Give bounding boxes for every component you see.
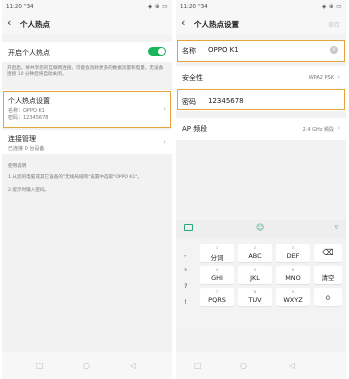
- key-5[interactable]: 5 JKL: [238, 266, 272, 284]
- navigation-bar: □ ○ ◁: [2, 352, 172, 379]
- instructions-heading: 使用说明: [8, 164, 27, 169]
- back-icon[interactable]: ‹: [7, 17, 11, 29]
- ap-band-value: 2.4 GHz 频段: [302, 127, 334, 133]
- punct-key-question[interactable]: ?: [184, 282, 187, 290]
- highlight-password-field: [177, 89, 345, 110]
- key-number: 2: [253, 245, 257, 250]
- hotspot-toggle-label: 开启个人热点: [8, 49, 50, 57]
- keyboard-toolbar: ☺ ▿: [176, 220, 346, 238]
- home-icon[interactable]: ○: [83, 361, 90, 370]
- connection-management-item[interactable]: 连接管理 已连接 0 台设备 ›: [2, 130, 172, 154]
- home-icon[interactable]: ○: [240, 361, 247, 370]
- clear-key[interactable]: 清空: [314, 266, 342, 284]
- key-label: MNO: [285, 274, 301, 282]
- status-bar: 11:20 ''34 ◈ ⊕ ▭: [176, 0, 346, 14]
- key-number: 7: [215, 289, 219, 294]
- status-icons: ◈ ⊕ ▭: [321, 4, 342, 10]
- key-number: 8: [253, 289, 257, 294]
- recent-apps-icon[interactable]: □: [194, 361, 202, 370]
- key-7[interactable]: 7 PQRS: [200, 288, 234, 306]
- ap-band-label: AP 频段: [182, 125, 208, 133]
- key-label: JKL: [250, 274, 260, 282]
- navigation-bar: □ ○ ◁: [176, 352, 346, 379]
- key-label: PQRS: [208, 296, 226, 304]
- punct-key-degree[interactable]: °: [184, 267, 187, 275]
- back-nav-icon[interactable]: ◁: [130, 361, 136, 370]
- status-bar: 11:20 ''34 ◈ ⊕ ▭: [2, 0, 172, 14]
- security-value: WPA2 PSK: [308, 75, 334, 81]
- key-label: GHI: [211, 274, 223, 282]
- key-label: TUV: [248, 296, 262, 304]
- emoji-icon[interactable]: ☺: [256, 223, 264, 232]
- status-time: 11:20 ''34: [6, 4, 34, 10]
- key-label: DEF: [286, 252, 300, 260]
- instructions-step-1: 1.从您的电脑或其它设备的"无线局域网"设置中选取"OPPO K1"。: [8, 175, 143, 180]
- chevron-right-icon: ›: [337, 124, 340, 132]
- chevron-right-icon: ›: [337, 73, 340, 81]
- key-0[interactable]: 0: [314, 288, 342, 306]
- key-number: 3: [291, 245, 295, 250]
- screenshot-root: 11:20 ''34 ◈ ⊕ ▭ ‹ 个人热点 开启个人热点 开启后，将共享您的…: [0, 0, 349, 379]
- highlight-settings-item: [3, 91, 171, 128]
- clear-key-label: 清空: [321, 274, 335, 282]
- left-phone-screen: 11:20 ''34 ◈ ⊕ ▭ ‹ 个人热点 开启个人热点 开启后，将共享您的…: [2, 0, 172, 379]
- backspace-icon: ⌫: [322, 248, 334, 257]
- keyboard-toggle-icon[interactable]: [184, 224, 193, 231]
- save-button[interactable]: 保存: [328, 20, 340, 29]
- status-time: 11:20 ''34: [180, 4, 208, 10]
- key-number: 9: [291, 289, 295, 294]
- recent-apps-icon[interactable]: □: [36, 361, 44, 370]
- key-6[interactable]: 6 MNO: [276, 266, 310, 284]
- hotspot-note: 开启后，将共享您的互联网连接。可能会消耗更多的数据流量和电量，无设备连接 10 …: [7, 66, 164, 77]
- key-4[interactable]: 4 GHI: [200, 266, 234, 284]
- key-number: 4: [215, 267, 219, 272]
- key-label: 分词: [210, 254, 224, 262]
- ap-band-item[interactable]: AP 频段 2.4 GHz 频段 ›: [176, 118, 346, 140]
- title-bar: ‹ 个人热点: [2, 14, 172, 34]
- right-phone-screen: 11:20 ''34 ◈ ⊕ ▭ ‹ 个人热点设置 保存 名称 OPPO K1 …: [176, 0, 346, 379]
- key-number: 5: [253, 267, 257, 272]
- connection-count: 已连接 0 台设备: [8, 146, 45, 152]
- page-title: 个人热点设置: [194, 20, 239, 29]
- backspace-key[interactable]: ⌫: [314, 244, 342, 262]
- title-bar: ‹ 个人热点设置 保存: [176, 14, 346, 34]
- key-label: 0: [325, 294, 331, 302]
- chevron-right-icon: ›: [163, 138, 166, 146]
- connection-management-title: 连接管理: [8, 135, 36, 143]
- page-title: 个人热点: [20, 20, 50, 29]
- key-number: 6: [291, 267, 295, 272]
- security-label: 安全性: [182, 74, 203, 82]
- key-1[interactable]: 1 分词: [200, 244, 234, 262]
- collapse-keyboard-icon[interactable]: ▿: [334, 223, 338, 232]
- back-nav-icon[interactable]: ◁: [289, 361, 295, 370]
- hotspot-toggle-row[interactable]: 开启个人热点: [2, 42, 172, 62]
- highlight-name-field: [177, 40, 345, 62]
- instructions-step-2: 2.提示时输入密码。: [8, 188, 50, 193]
- toggle-knob: [158, 48, 165, 55]
- punct-key-comma[interactable]: ,: [184, 250, 186, 258]
- punct-key-exclaim[interactable]: !: [184, 298, 187, 306]
- status-icons: ◈ ⊕ ▭: [147, 4, 168, 10]
- hotspot-toggle-switch[interactable]: [148, 47, 166, 56]
- key-9[interactable]: 9 WXYZ: [276, 288, 310, 306]
- key-2[interactable]: 2 ABC: [238, 244, 272, 262]
- key-3[interactable]: 3 DEF: [276, 244, 310, 262]
- key-label: WXYZ: [283, 296, 303, 304]
- key-number: 1: [215, 245, 219, 250]
- key-label: ABC: [248, 252, 262, 260]
- key-8[interactable]: 8 TUV: [238, 288, 272, 306]
- back-icon[interactable]: ‹: [181, 17, 185, 29]
- t9-keyboard: ☺ ▿ , ° ? ! 1 分词 2 ABC 3 DEF ⌫ 4 GHI 5 J…: [176, 220, 346, 332]
